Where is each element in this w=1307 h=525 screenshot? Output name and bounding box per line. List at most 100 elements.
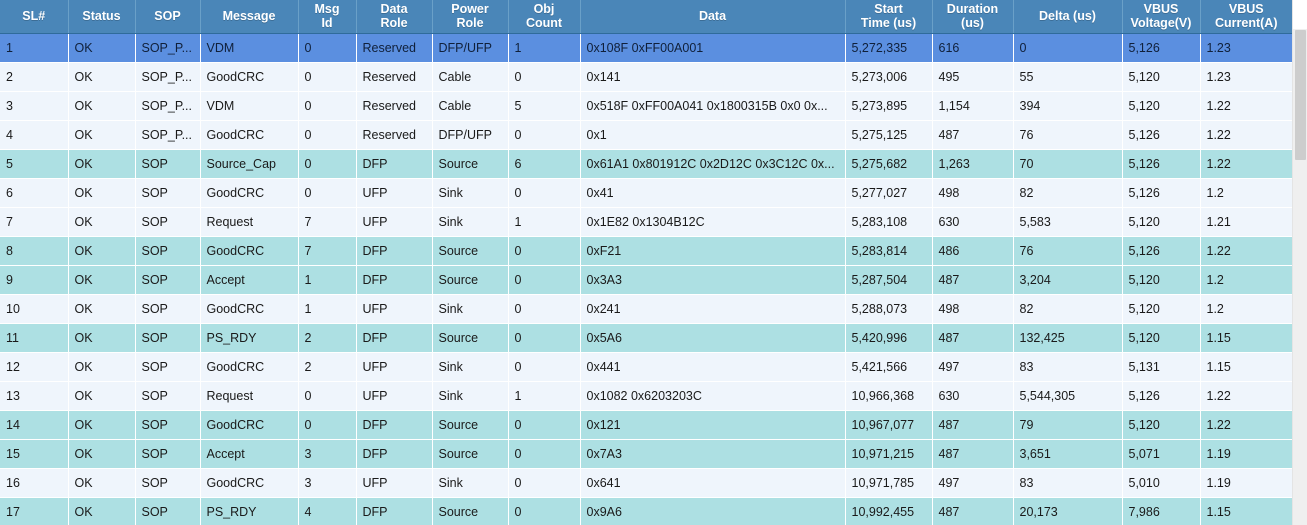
cell-start[interactable]: 5,273,895 [845, 91, 933, 121]
cell-duration[interactable]: 487 [932, 439, 1014, 469]
cell-sop[interactable]: SOP [135, 468, 201, 498]
cell-data[interactable]: 0x108F 0xFF00A001 [580, 33, 846, 63]
cell-status[interactable]: OK [68, 468, 136, 498]
cell-delta[interactable]: 82 [1013, 294, 1123, 324]
cell-objcount[interactable]: 0 [508, 439, 581, 469]
cell-start[interactable]: 10,992,455 [845, 497, 933, 525]
cell-start[interactable]: 5,275,682 [845, 149, 933, 179]
cell-datarole[interactable]: Reserved [356, 62, 433, 92]
cell-data[interactable]: 0x9A6 [580, 497, 846, 525]
cell-current[interactable]: 1.2 [1200, 178, 1292, 208]
cell-sop[interactable]: SOP [135, 149, 201, 179]
cell-delta[interactable]: 3,651 [1013, 439, 1123, 469]
cell-data[interactable]: 0xF21 [580, 236, 846, 266]
cell-delta[interactable]: 70 [1013, 149, 1123, 179]
cell-datarole[interactable]: DFP [356, 323, 433, 353]
cell-msgid[interactable]: 2 [298, 352, 357, 382]
cell-voltage[interactable]: 5,126 [1122, 33, 1201, 63]
cell-data[interactable]: 0x1082 0x6203203C [580, 381, 846, 411]
cell-powerrole[interactable]: Source [432, 236, 509, 266]
cell-start[interactable]: 10,971,215 [845, 439, 933, 469]
column-header-powerrole[interactable]: Power Role [432, 0, 509, 34]
cell-datarole[interactable]: Reserved [356, 33, 433, 63]
cell-datarole[interactable]: UFP [356, 381, 433, 411]
column-header-status[interactable]: Status [68, 0, 136, 34]
cell-message[interactable]: Request [200, 381, 299, 411]
cell-sl[interactable]: 6 [0, 178, 69, 208]
cell-current[interactable]: 1.15 [1200, 497, 1292, 525]
cell-current[interactable]: 1.19 [1200, 439, 1292, 469]
cell-powerrole[interactable]: Sink [432, 294, 509, 324]
cell-current[interactable]: 1.19 [1200, 468, 1292, 498]
cell-status[interactable]: OK [68, 149, 136, 179]
cell-sop[interactable]: SOP [135, 410, 201, 440]
cell-duration[interactable]: 630 [932, 207, 1014, 237]
cell-duration[interactable]: 487 [932, 265, 1014, 295]
cell-message[interactable]: VDM [200, 33, 299, 63]
cell-sl[interactable]: 7 [0, 207, 69, 237]
cell-delta[interactable]: 5,583 [1013, 207, 1123, 237]
cell-message[interactable]: GoodCRC [200, 236, 299, 266]
cell-objcount[interactable]: 0 [508, 178, 581, 208]
cell-delta[interactable]: 76 [1013, 120, 1123, 150]
cell-data[interactable]: 0x7A3 [580, 439, 846, 469]
cell-msgid[interactable]: 7 [298, 236, 357, 266]
cell-objcount[interactable]: 0 [508, 323, 581, 353]
cell-objcount[interactable]: 0 [508, 236, 581, 266]
cell-delta[interactable]: 20,173 [1013, 497, 1123, 525]
cell-voltage[interactable]: 5,126 [1122, 149, 1201, 179]
cell-voltage[interactable]: 5,126 [1122, 236, 1201, 266]
cell-sl[interactable]: 5 [0, 149, 69, 179]
cell-delta[interactable]: 82 [1013, 178, 1123, 208]
cell-start[interactable]: 10,971,785 [845, 468, 933, 498]
cell-sop[interactable]: SOP [135, 381, 201, 411]
cell-datarole[interactable]: Reserved [356, 91, 433, 121]
cell-msgid[interactable]: 1 [298, 294, 357, 324]
cell-voltage[interactable]: 5,120 [1122, 91, 1201, 121]
cell-sop[interactable]: SOP_P... [135, 91, 201, 121]
column-header-current[interactable]: VBUS Current(A) [1200, 0, 1292, 34]
cell-powerrole[interactable]: Cable [432, 91, 509, 121]
cell-powerrole[interactable]: Sink [432, 207, 509, 237]
cell-data[interactable]: 0x441 [580, 352, 846, 382]
cell-start[interactable]: 5,273,006 [845, 62, 933, 92]
cell-objcount[interactable]: 5 [508, 91, 581, 121]
cell-current[interactable]: 1.21 [1200, 207, 1292, 237]
cell-powerrole[interactable]: Source [432, 265, 509, 295]
cell-sl[interactable]: 10 [0, 294, 69, 324]
cell-voltage[interactable]: 5,120 [1122, 294, 1201, 324]
cell-msgid[interactable]: 0 [298, 178, 357, 208]
cell-msgid[interactable]: 0 [298, 149, 357, 179]
cell-msgid[interactable]: 2 [298, 323, 357, 353]
cell-message[interactable]: Accept [200, 439, 299, 469]
cell-msgid[interactable]: 0 [298, 410, 357, 440]
cell-message[interactable]: GoodCRC [200, 62, 299, 92]
cell-objcount[interactable]: 0 [508, 62, 581, 92]
cell-sop[interactable]: SOP [135, 352, 201, 382]
cell-message[interactable]: PS_RDY [200, 323, 299, 353]
cell-current[interactable]: 1.23 [1200, 62, 1292, 92]
cell-start[interactable]: 10,966,368 [845, 381, 933, 411]
cell-message[interactable]: GoodCRC [200, 352, 299, 382]
cell-delta[interactable]: 83 [1013, 468, 1123, 498]
cell-duration[interactable]: 487 [932, 120, 1014, 150]
cell-duration[interactable]: 1,263 [932, 149, 1014, 179]
cell-datarole[interactable]: DFP [356, 149, 433, 179]
cell-start[interactable]: 5,275,125 [845, 120, 933, 150]
cell-current[interactable]: 1.22 [1200, 91, 1292, 121]
cell-voltage[interactable]: 5,126 [1122, 381, 1201, 411]
cell-datarole[interactable]: DFP [356, 439, 433, 469]
cell-duration[interactable]: 497 [932, 352, 1014, 382]
column-header-msgid[interactable]: Msg Id [298, 0, 357, 34]
column-header-data[interactable]: Data [580, 0, 846, 34]
cell-start[interactable]: 5,287,504 [845, 265, 933, 295]
cell-current[interactable]: 1.22 [1200, 410, 1292, 440]
table-row[interactable]: 2 OK SOP_P... GoodCRC 0 Reserved Cable 0 0x141 5,… [0, 62, 1292, 92]
column-header-objcount[interactable]: Obj Count [508, 0, 581, 34]
table-row[interactable]: 7 OK SOP Request 7 UFP Sink 1 0x1E82 0x1304B12C 5… [0, 207, 1292, 237]
cell-powerrole[interactable]: Source [432, 497, 509, 525]
cell-sl[interactable]: 17 [0, 497, 69, 525]
cell-current[interactable]: 1.2 [1200, 265, 1292, 295]
cell-duration[interactable]: 616 [932, 33, 1014, 63]
cell-message[interactable]: Source_Cap [200, 149, 299, 179]
